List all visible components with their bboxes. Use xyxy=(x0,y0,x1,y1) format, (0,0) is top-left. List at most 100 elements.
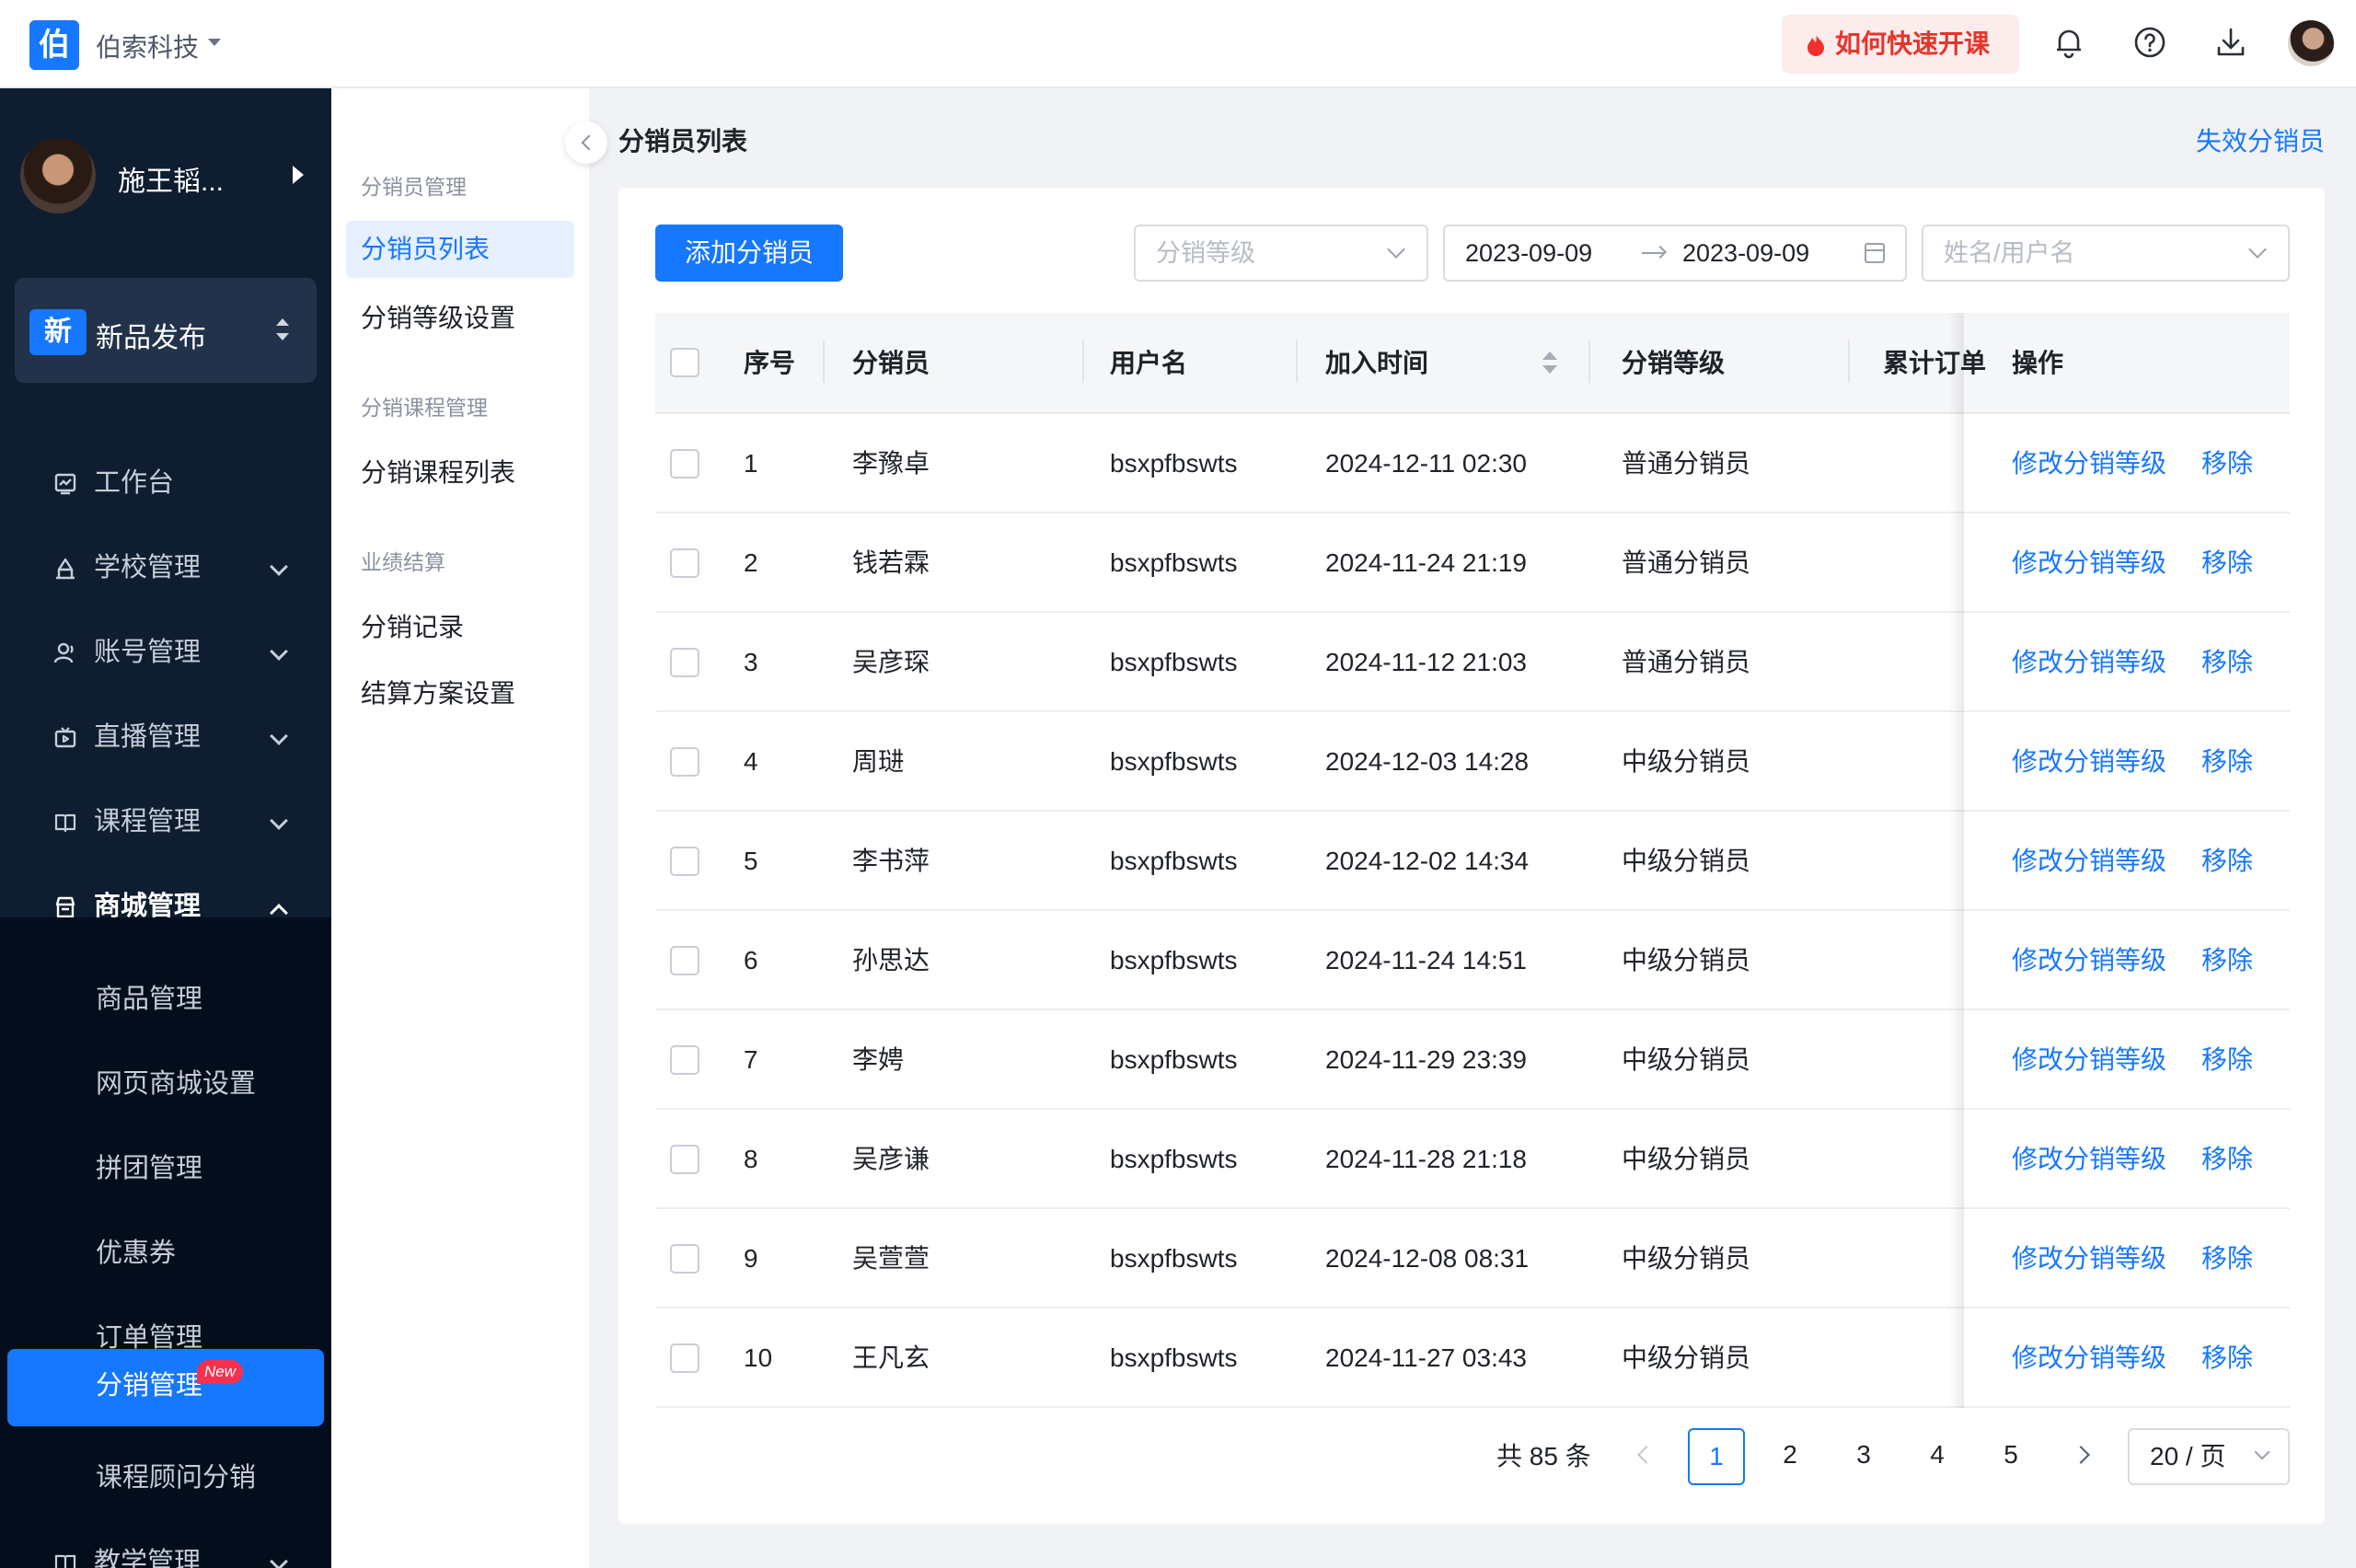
date-range-picker[interactable]: 2023-09-09 2023-09-09 xyxy=(1443,225,1907,282)
remove-link[interactable]: 移除 xyxy=(2201,1110,2253,1209)
column-header-join-time[interactable]: 加入时间 xyxy=(1325,313,1428,414)
row-checkbox[interactable] xyxy=(670,946,699,975)
row-checkbox[interactable] xyxy=(670,747,699,777)
cell-join-time: 2024-11-24 14:51 xyxy=(1325,946,1527,974)
edit-level-link[interactable]: 修改分销等级 xyxy=(2012,613,2166,712)
edit-level-link[interactable]: 修改分销等级 xyxy=(2012,1209,2166,1309)
remove-link[interactable]: 移除 xyxy=(2201,1209,2253,1309)
remove-link[interactable]: 移除 xyxy=(2201,1010,2253,1110)
cell-no: 6 xyxy=(744,946,758,974)
product-switcher[interactable]: 新 新品发布 xyxy=(15,278,317,383)
submenu-item-label: 分销管理 xyxy=(96,1371,203,1401)
row-checkbox[interactable] xyxy=(670,548,699,578)
bell-icon[interactable] xyxy=(2050,24,2087,61)
page-button-2[interactable]: 2 xyxy=(1761,1428,1819,1485)
prev-page-icon[interactable] xyxy=(1637,1446,1656,1464)
remove-link[interactable]: 移除 xyxy=(2201,513,2253,613)
calendar-icon xyxy=(1865,243,1885,263)
sort-icon[interactable] xyxy=(1542,350,1557,377)
add-distributor-button[interactable]: 添加分销员 xyxy=(655,225,843,282)
cell-join-time: 2024-12-11 02:30 xyxy=(1325,449,1527,478)
invalid-distributors-link[interactable]: 失效分销员 xyxy=(2196,121,2325,158)
submenu-item-distribution[interactable]: 分销管理 New xyxy=(7,1349,324,1426)
edit-level-link[interactable]: 修改分销等级 xyxy=(2012,1309,2166,1408)
edit-level-link[interactable]: 修改分销等级 xyxy=(2012,812,2166,911)
subnav-item-records[interactable]: 分销记录 xyxy=(361,607,464,644)
remove-link[interactable]: 移除 xyxy=(2201,414,2253,513)
cell-level: 普通分销员 xyxy=(1622,548,1751,577)
date-end[interactable]: 2023-09-09 xyxy=(1682,226,1809,280)
submenu-item-web-store-settings[interactable]: 网页商城设置 xyxy=(0,1047,331,1121)
page-button-4[interactable]: 4 xyxy=(1909,1428,1966,1485)
avatar[interactable] xyxy=(2288,20,2334,66)
page-button-3[interactable]: 3 xyxy=(1835,1428,1892,1485)
level-select[interactable]: 分销等级 xyxy=(1134,225,1428,282)
next-page-icon[interactable] xyxy=(2072,1446,2090,1464)
caret-down-icon[interactable] xyxy=(208,39,221,46)
quick-start-button[interactable]: 如何快速开课 xyxy=(1782,15,2019,74)
store-icon xyxy=(55,896,75,918)
page-title: 分销员列表 xyxy=(618,127,748,156)
sidebar-item-school[interactable]: 学校管理 xyxy=(0,531,331,605)
edit-level-link[interactable]: 修改分销等级 xyxy=(2012,1010,2166,1110)
sidebar-item-teaching[interactable]: 教学管理 xyxy=(0,1526,331,1568)
user-avatar[interactable] xyxy=(20,138,96,213)
sidebar-item-label: 课程管理 xyxy=(94,807,202,836)
edit-level-link[interactable]: 修改分销等级 xyxy=(2012,513,2166,613)
subnav-item-settlement-plan[interactable]: 结算方案设置 xyxy=(361,674,515,710)
help-icon[interactable] xyxy=(2131,24,2168,61)
submenu-item-coupons[interactable]: 优惠券 xyxy=(0,1216,331,1290)
cell-distributor: 李豫卓 xyxy=(852,449,930,478)
download-icon[interactable] xyxy=(2212,24,2249,61)
cell-no: 8 xyxy=(744,1145,758,1173)
column-header-distributor: 分销员 xyxy=(852,349,930,377)
edit-level-link[interactable]: 修改分销等级 xyxy=(2012,1110,2166,1209)
remove-link[interactable]: 移除 xyxy=(2201,911,2253,1010)
remove-link[interactable]: 移除 xyxy=(2201,1309,2253,1408)
page-size-select[interactable]: 20 / 页 xyxy=(2128,1428,2290,1485)
subnav-item-level-settings[interactable]: 分销等级设置 xyxy=(361,298,515,335)
select-all-checkbox[interactable] xyxy=(670,348,699,377)
row-checkbox[interactable] xyxy=(670,449,699,478)
row-checkbox[interactable] xyxy=(670,1343,699,1373)
row-checkbox[interactable] xyxy=(670,1244,699,1274)
row-checkbox[interactable] xyxy=(670,1045,699,1075)
remove-link[interactable]: 移除 xyxy=(2201,712,2253,812)
cell-join-time: 2024-11-29 23:39 xyxy=(1325,1045,1527,1074)
row-checkbox[interactable] xyxy=(670,1145,699,1174)
page-button-5[interactable]: 5 xyxy=(1982,1428,2039,1485)
edit-level-link[interactable]: 修改分销等级 xyxy=(2012,414,2166,513)
cell-distributor: 李娉 xyxy=(852,1045,905,1074)
table-row: 3 吴彦琛 bsxpfbswts 2024-11-12 21:03 普通分销员 … xyxy=(655,613,2290,712)
cell-no: 3 xyxy=(744,648,758,676)
sidebar-item-live[interactable]: 直播管理 xyxy=(0,700,331,774)
remove-link[interactable]: 移除 xyxy=(2201,812,2253,911)
org-logo[interactable]: 伯 xyxy=(29,20,79,70)
cell-no: 10 xyxy=(744,1343,773,1372)
edit-level-link[interactable]: 修改分销等级 xyxy=(2012,712,2166,812)
top-bar: 伯 伯索科技 如何快速开课 xyxy=(0,0,2356,88)
name-search-select[interactable]: 姓名/用户名 xyxy=(1922,225,2290,282)
subnav-item-course-list[interactable]: 分销课程列表 xyxy=(361,453,515,490)
user-name[interactable]: 施王韬... xyxy=(118,158,224,199)
org-switcher-label[interactable]: 伯索科技 xyxy=(96,28,199,64)
page-button-1[interactable]: 1 xyxy=(1688,1428,1745,1485)
date-start[interactable]: 2023-09-09 xyxy=(1465,226,1592,280)
sidebar-item-course[interactable]: 课程管理 xyxy=(0,785,331,859)
cell-no: 7 xyxy=(744,1045,758,1074)
submenu-item-products[interactable]: 商品管理 xyxy=(0,963,331,1036)
subnav-item-distributor-list[interactable]: 分销员列表 xyxy=(346,221,574,278)
submenu-item-group-buy[interactable]: 拼团管理 xyxy=(0,1132,331,1205)
caret-right-icon[interactable] xyxy=(293,166,304,184)
row-checkbox[interactable] xyxy=(670,847,699,876)
row-checkbox[interactable] xyxy=(670,648,699,677)
collapse-nav-button[interactable] xyxy=(565,121,607,164)
sidebar-item-account[interactable]: 账号管理 xyxy=(0,616,331,689)
total-count: 共 85 条 xyxy=(1496,1442,1591,1470)
sidebar-item-workbench[interactable]: 工作台 xyxy=(0,446,331,520)
remove-link[interactable]: 移除 xyxy=(2201,613,2253,712)
sidebar-item-label: 工作台 xyxy=(94,468,175,498)
subnav-group-title: 分销员管理 xyxy=(361,175,467,199)
submenu-item-advisor-distribution[interactable]: 课程顾问分销 xyxy=(0,1441,331,1515)
edit-level-link[interactable]: 修改分销等级 xyxy=(2012,911,2166,1010)
